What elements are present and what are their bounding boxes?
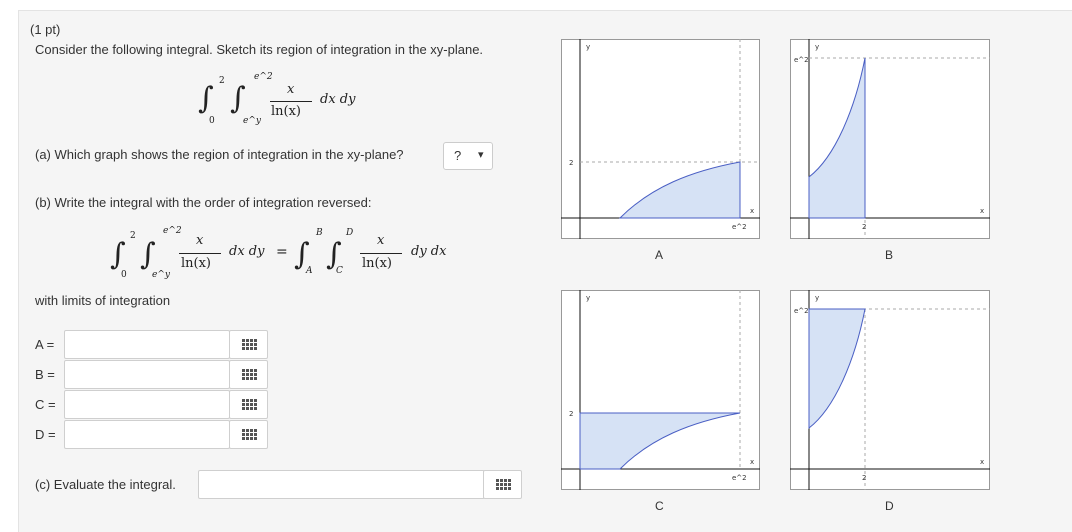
graph-c-caption: C <box>655 499 664 513</box>
equation-editor-button[interactable] <box>229 360 268 389</box>
field-label: B = <box>35 367 55 382</box>
x-tick: e^2 <box>732 474 747 482</box>
graph-c: y x 2 e^2 <box>561 290 760 490</box>
graph-a: y x 2 e^2 <box>561 39 760 239</box>
y-axis-label: y <box>815 43 819 51</box>
chevron-down-icon: ▾ <box>478 149 484 161</box>
x-tick: e^2 <box>732 223 747 231</box>
limit-c-input[interactable] <box>64 390 230 419</box>
x-tick: 2 <box>862 223 866 231</box>
graph-choice-select[interactable]: ? ▾ <box>443 142 493 170</box>
grid-icon <box>496 479 511 490</box>
grid-icon <box>242 399 257 410</box>
equation-editor-button[interactable] <box>483 470 522 499</box>
y-axis-label: y <box>586 294 590 302</box>
y-tick: 2 <box>569 159 573 167</box>
x-axis-label: x <box>750 458 754 466</box>
y-axis-label: y <box>815 294 819 302</box>
y-axis-label: y <box>586 43 590 51</box>
field-label: A = <box>35 337 55 352</box>
limit-d-input[interactable] <box>64 420 230 449</box>
y-tick: e^2 <box>794 307 809 315</box>
equation-editor-button[interactable] <box>229 420 268 449</box>
graph-d: y x e^2 2 <box>790 290 990 490</box>
graph-b-caption: B <box>885 248 894 262</box>
limit-a-input[interactable] <box>64 330 230 359</box>
grid-icon <box>242 429 257 440</box>
equation-editor-button[interactable] <box>229 390 268 419</box>
x-axis-label: x <box>750 207 754 215</box>
y-tick: 2 <box>569 410 573 418</box>
graph-d-caption: D <box>885 499 894 513</box>
equation-editor-button[interactable] <box>229 330 268 359</box>
problem-prompt: Consider the following integral. Sketch … <box>35 42 484 57</box>
graph-b: y x e^2 2 <box>790 39 990 239</box>
x-axis-label: x <box>980 207 984 215</box>
part-a-question: (a) Which graph shows the region of inte… <box>35 147 404 162</box>
y-tick: e^2 <box>794 56 809 64</box>
grid-icon <box>242 369 257 380</box>
grid-icon <box>242 339 257 350</box>
field-label: C = <box>35 397 56 412</box>
part-c-question: (c) Evaluate the integral. <box>35 477 176 492</box>
graph-a-caption: A <box>655 248 664 262</box>
limits-label: with limits of integration <box>35 293 171 308</box>
x-tick: 2 <box>862 474 866 482</box>
field-label: D = <box>35 427 56 442</box>
x-axis-label: x <box>980 458 984 466</box>
evaluate-integral-input[interactable] <box>198 470 485 499</box>
limit-b-input[interactable] <box>64 360 230 389</box>
select-value: ? <box>454 148 462 163</box>
part-b-question: (b) Write the integral with the order of… <box>35 195 372 210</box>
points-label: (1 pt) <box>30 22 61 37</box>
